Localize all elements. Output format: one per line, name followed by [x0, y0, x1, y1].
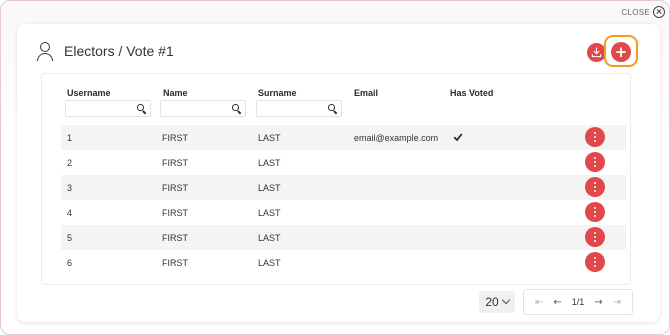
page-title: Electors / Vote #1: [64, 43, 174, 59]
cell-name: FIRST: [162, 183, 188, 193]
cell-name: FIRST: [162, 233, 188, 243]
surname-filter-input[interactable]: [257, 104, 327, 119]
prev-page-icon[interactable]: ←: [553, 297, 561, 308]
first-page-icon[interactable]: ⇤: [535, 297, 543, 308]
column-header-username: Username: [67, 88, 111, 98]
table-row[interactable]: 3 FIRST LAST: [61, 175, 626, 200]
surname-filter[interactable]: [256, 100, 342, 119]
search-icon[interactable]: [137, 104, 146, 114]
cell-username: 6: [67, 258, 73, 268]
card-header: Electors / Vote #1: [36, 40, 174, 62]
name-filter-input[interactable]: [161, 104, 231, 119]
chevron-down-icon: [501, 295, 510, 305]
cell-surname: LAST: [258, 133, 281, 143]
table-row[interactable]: 2 FIRST LAST: [61, 150, 626, 175]
cell-surname: LAST: [258, 183, 281, 193]
cell-surname: LAST: [258, 233, 281, 243]
row-actions-button[interactable]: [585, 227, 605, 247]
cell-email: email@example.com: [354, 133, 439, 143]
row-actions-button[interactable]: [585, 152, 605, 172]
table-row[interactable]: 1 FIRST LAST email@example.com: [61, 125, 626, 150]
username-filter-input[interactable]: [66, 104, 136, 119]
cell-name: FIRST: [162, 208, 188, 218]
column-header-email: Email: [354, 88, 379, 98]
search-icon[interactable]: [232, 104, 241, 114]
page-indicator: 1/1: [571, 297, 585, 307]
check-icon: [453, 133, 463, 142]
cell-name: FIRST: [162, 133, 188, 143]
cell-name: FIRST: [162, 258, 188, 268]
table-row[interactable]: 6 FIRST LAST: [61, 250, 626, 275]
cell-surname: LAST: [258, 208, 281, 218]
cell-username: 2: [67, 158, 73, 168]
page-size-value: 20: [485, 295, 499, 309]
last-page-icon[interactable]: ⇥: [613, 297, 621, 308]
column-header-surname: Surname: [258, 88, 297, 98]
column-header-name: Name: [163, 88, 188, 98]
cell-surname: LAST: [258, 258, 281, 268]
pagination: ⇤ ← 1/1 → ⇥: [523, 289, 633, 315]
cell-username: 3: [67, 183, 73, 193]
cell-username: 1: [67, 133, 73, 143]
row-actions-button[interactable]: [585, 177, 605, 197]
name-filter[interactable]: [160, 100, 246, 119]
row-actions-button[interactable]: [585, 252, 605, 272]
user-icon: [36, 41, 54, 61]
electors-card: Electors / Vote #1 + Username Name Surna…: [17, 24, 660, 322]
add-elector-button[interactable]: +: [611, 42, 631, 62]
search-icon[interactable]: [328, 104, 337, 114]
close-label: CLOSE: [621, 7, 650, 17]
cell-username: 5: [67, 233, 73, 243]
cell-name: FIRST: [162, 158, 188, 168]
electors-table: Username Name Surname Email Has Voted 1 …: [41, 73, 631, 285]
username-filter[interactable]: [65, 100, 151, 119]
close-icon[interactable]: [653, 6, 665, 18]
modal-frame: CLOSE Electors / Vote #1 + Username Name…: [0, 0, 670, 335]
close-button[interactable]: CLOSE: [621, 5, 665, 19]
plus-icon: +: [614, 42, 628, 61]
cell-username: 4: [67, 208, 73, 218]
row-actions-button[interactable]: [585, 202, 605, 222]
download-icon: [591, 47, 602, 58]
page-size-select[interactable]: 20: [479, 291, 515, 313]
column-header-has-voted: Has Voted: [450, 88, 494, 98]
row-actions-button[interactable]: [585, 127, 605, 147]
table-row[interactable]: 5 FIRST LAST: [61, 225, 626, 250]
cell-surname: LAST: [258, 158, 281, 168]
next-page-icon[interactable]: →: [594, 297, 602, 308]
table-row[interactable]: 4 FIRST LAST: [61, 200, 626, 225]
